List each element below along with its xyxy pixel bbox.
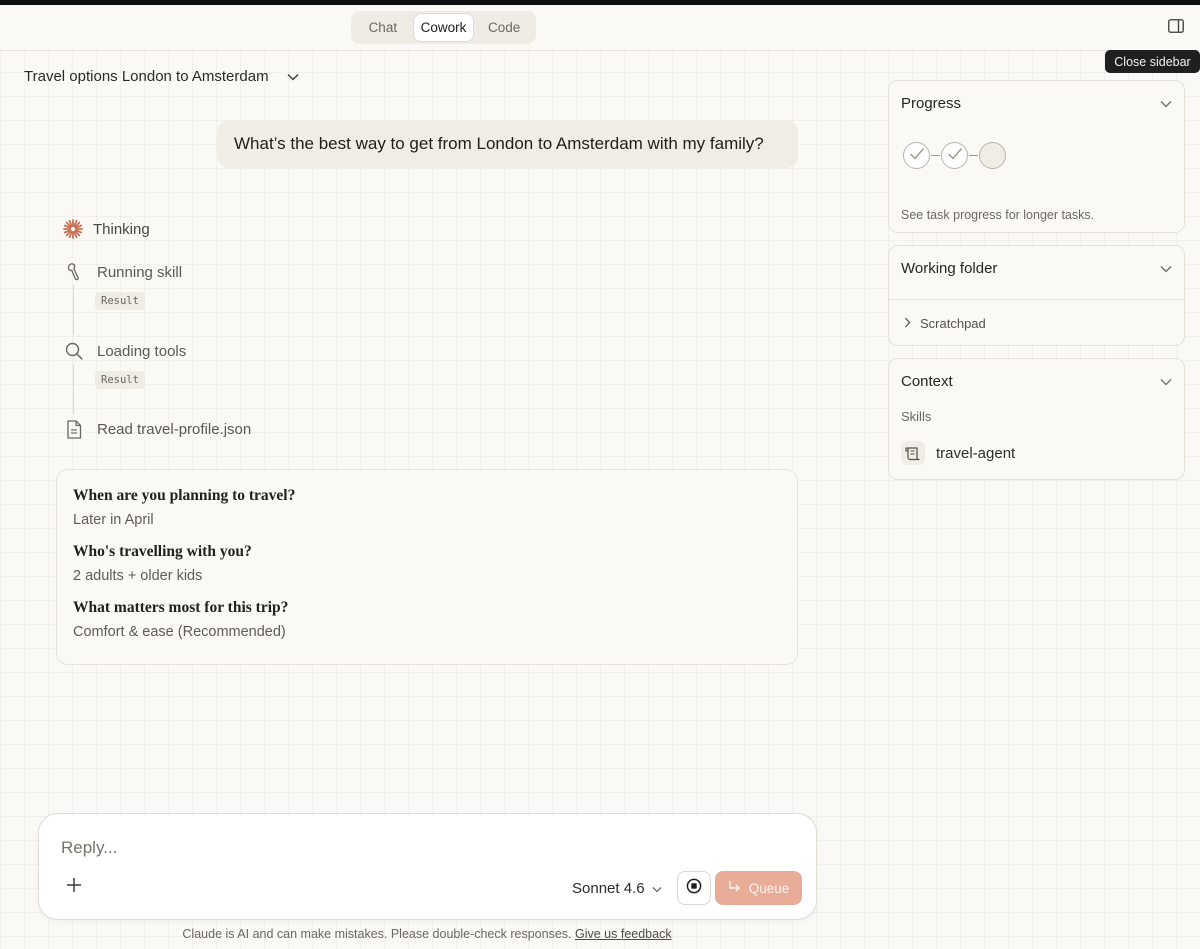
disclaimer-text: Claude is AI and can make mistakes. Plea… bbox=[182, 927, 572, 941]
step-running-skill[interactable]: Running skill bbox=[63, 261, 182, 283]
sidebar-panel-icon bbox=[1168, 18, 1184, 38]
tab-chat[interactable]: Chat bbox=[354, 14, 412, 41]
sidebar-toggle-button[interactable] bbox=[1161, 15, 1191, 41]
result-chip[interactable]: Result bbox=[95, 292, 145, 310]
progress-step-done bbox=[941, 142, 968, 169]
folder-name: Scratchpad bbox=[920, 315, 986, 331]
mode-switch: Chat Cowork Code bbox=[351, 11, 536, 44]
context-title: Context bbox=[901, 372, 953, 390]
answer-priorities: Comfort & ease (Recommended) bbox=[73, 624, 286, 640]
chevron-down-icon bbox=[652, 880, 662, 897]
skill-name: travel-agent bbox=[936, 444, 1016, 462]
working-folder-header[interactable]: Working folder bbox=[889, 246, 1184, 290]
skills-label: Skills bbox=[901, 409, 932, 424]
add-attachment-button[interactable] bbox=[63, 876, 85, 898]
progress-connector bbox=[969, 155, 978, 156]
conversation-title-dropdown[interactable]: Travel options London to Amsterdam bbox=[24, 64, 299, 88]
folder-item-scratchpad[interactable]: Scratchpad bbox=[889, 299, 1184, 346]
question-travellers: Who's travelling with you? bbox=[73, 543, 252, 560]
progress-step-pending bbox=[979, 142, 1006, 169]
check-icon bbox=[947, 147, 963, 165]
skill-icon bbox=[63, 261, 85, 283]
answer-travellers: 2 adults + older kids bbox=[73, 568, 203, 584]
skill-item-travel-agent[interactable]: travel-agent bbox=[901, 441, 1015, 465]
file-icon bbox=[63, 418, 85, 440]
top-bar: Chat Cowork Code bbox=[0, 5, 1200, 51]
progress-step-done bbox=[903, 142, 930, 169]
progress-connector bbox=[931, 155, 940, 156]
progress-panel: Progress See task progress for longer ta… bbox=[888, 80, 1185, 233]
chevron-down-icon bbox=[287, 68, 299, 85]
thinking-label: Thinking bbox=[93, 220, 150, 238]
progress-title: Progress bbox=[901, 94, 962, 112]
stop-button[interactable] bbox=[677, 871, 711, 905]
working-folder-panel: Working folder Scratchpad bbox=[888, 245, 1185, 346]
progress-steps bbox=[903, 142, 1006, 169]
context-header[interactable]: Context bbox=[889, 359, 1184, 403]
context-panel: Context Skills travel-agent bbox=[888, 358, 1185, 480]
reply-input[interactable] bbox=[61, 836, 761, 860]
answers-card: When are you planning to travel? Later i… bbox=[56, 469, 798, 665]
step-label: Read travel-profile.json bbox=[97, 420, 252, 438]
feedback-link[interactable]: Give us feedback bbox=[575, 927, 672, 941]
disclaimer: Claude is AI and can make mistakes. Plea… bbox=[0, 927, 854, 941]
result-chip[interactable]: Result bbox=[95, 371, 145, 389]
chevron-down-icon bbox=[1160, 95, 1172, 112]
stop-icon bbox=[686, 878, 702, 899]
queue-label: Queue bbox=[748, 880, 790, 896]
tab-code[interactable]: Code bbox=[475, 14, 533, 41]
reply-composer: Sonnet 4.6 Queue bbox=[38, 813, 817, 920]
answer-travel-date: Later in April bbox=[73, 512, 154, 528]
sidebar-tooltip: Close sidebar bbox=[1105, 50, 1200, 73]
user-message: What’s the best way to get from London t… bbox=[217, 120, 798, 168]
step-read-file[interactable]: Read travel-profile.json bbox=[63, 418, 251, 440]
chevron-down-icon bbox=[1160, 373, 1172, 390]
tab-cowork[interactable]: Cowork bbox=[413, 14, 474, 41]
scroll-icon bbox=[901, 441, 925, 465]
working-folder-title: Working folder bbox=[901, 259, 998, 277]
plus-icon bbox=[66, 877, 82, 898]
model-name: Sonnet 4.6 bbox=[572, 879, 645, 897]
chevron-right-icon bbox=[904, 316, 911, 331]
progress-hint: See task progress for longer tasks. bbox=[901, 208, 1095, 222]
chevron-down-icon bbox=[1160, 260, 1172, 277]
search-icon bbox=[63, 340, 85, 362]
check-icon bbox=[909, 147, 925, 165]
question-travel-date: When are you planning to travel? bbox=[73, 487, 296, 504]
step-label: Running skill bbox=[97, 263, 183, 281]
model-selector[interactable]: Sonnet 4.6 bbox=[572, 877, 662, 899]
thinking-step[interactable]: Thinking bbox=[62, 218, 150, 240]
conversation-title: Travel options London to Amsterdam bbox=[24, 67, 269, 85]
step-loading-tools[interactable]: Loading tools bbox=[63, 340, 186, 362]
step-connector bbox=[73, 285, 74, 335]
thinking-sparkle-icon bbox=[62, 218, 84, 240]
step-label: Loading tools bbox=[97, 342, 187, 360]
step-connector bbox=[73, 364, 74, 414]
progress-panel-header[interactable]: Progress bbox=[889, 81, 1184, 125]
queue-button[interactable]: Queue bbox=[715, 871, 802, 905]
queue-arrow-icon bbox=[728, 880, 741, 896]
question-priorities: What matters most for this trip? bbox=[73, 599, 289, 616]
